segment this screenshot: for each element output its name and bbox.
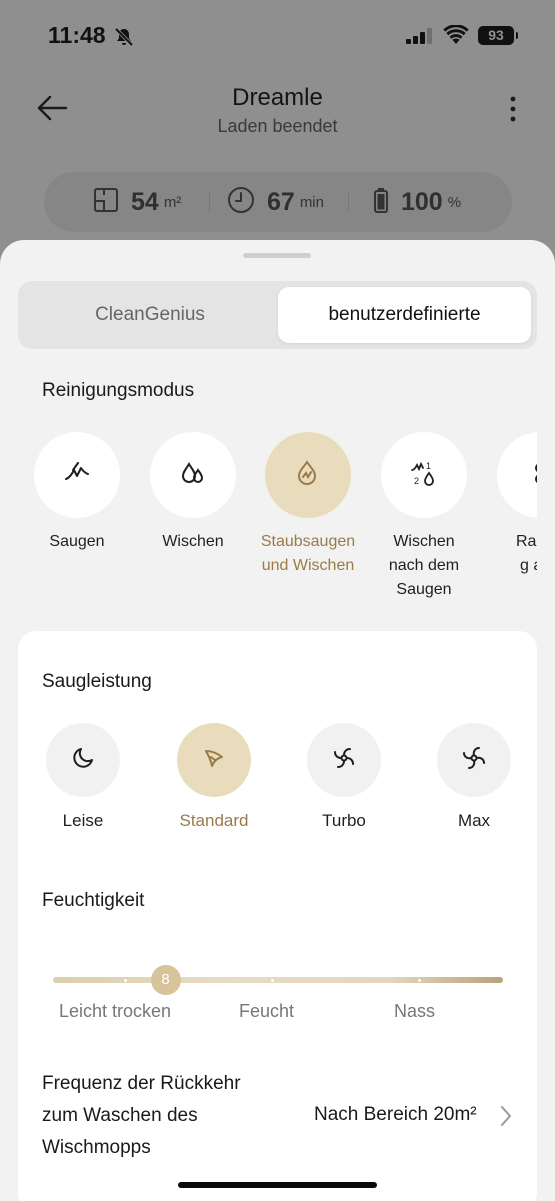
suction-turbo-circle — [307, 723, 381, 797]
slider-tick — [124, 979, 127, 982]
humidity-slider-track[interactable] — [53, 977, 503, 983]
humidity-label-moist: Feucht — [239, 1001, 295, 1021]
cleaning-mode-list: Saugen Wischen Staubsaugen und Wischen 12… — [0, 432, 537, 612]
vacuum-then-mop-icon: 12 — [408, 457, 440, 494]
suction-label: Standard — [179, 811, 249, 830]
mop-drops-icon — [177, 457, 209, 494]
mode-label: Wischen — [162, 533, 224, 550]
wifi-icon — [443, 24, 469, 50]
mode-vacuum-and-mop-circle — [265, 432, 351, 518]
humidity-slider-thumb[interactable]: 8 — [150, 965, 181, 995]
suction-standard-circle — [177, 723, 251, 797]
cellular-signal-icon — [406, 28, 434, 49]
mode-room-custom-circle — [497, 432, 537, 518]
stats-bar: 54 m² 67 min 100 % — [44, 172, 512, 232]
mode-vacuum-and-mop[interactable]: Staubsaugen und Wischen — [250, 432, 366, 578]
device-title: Dreamle — [232, 84, 323, 111]
stats-divider — [348, 192, 349, 212]
suction-standard[interactable]: Standard — [156, 723, 272, 831]
mode-vacuum-circle — [34, 432, 120, 518]
quiet-icon — [69, 744, 97, 777]
suction-quiet[interactable]: Leise — [25, 723, 141, 831]
tab-cleangenius[interactable]: CleanGenius — [24, 287, 276, 343]
turbo-icon — [330, 744, 358, 777]
battery-icon — [373, 187, 389, 218]
mode-label: Staubsaugen und Wischen — [260, 533, 356, 574]
slider-tick — [271, 979, 274, 982]
mode-mop-after-vacuum-circle: 12 — [381, 432, 467, 518]
clock-icon — [227, 186, 255, 219]
mode-mop-after-vacuum[interactable]: 12 Wischen nach dem Saugen — [366, 432, 482, 602]
return-frequency-value[interactable]: Nach Bereich 20m² — [314, 1104, 477, 1126]
suction-label: Turbo — [322, 811, 366, 830]
return-frequency-label: Frequenz der Rückkehr zum Waschen des Wi… — [42, 1073, 241, 1158]
vacuum-mop-icon — [292, 457, 324, 494]
area-value: 54 — [131, 187, 159, 216]
stat-time: 67 min — [227, 186, 324, 218]
device-status: Laden beendet — [217, 116, 338, 136]
suction-turbo[interactable]: Turbo — [286, 723, 402, 831]
suction-quiet-circle — [46, 723, 120, 797]
suction-heading: Saugleistung — [42, 671, 152, 692]
mode-label: Saugen — [49, 533, 105, 550]
battery-value: 100 — [401, 187, 443, 216]
cleaning-mode-heading: Reinigungsmodus — [42, 380, 195, 401]
standard-icon — [200, 744, 228, 777]
tab-custom[interactable]: benutzerdefinierte — [278, 287, 531, 343]
stat-area: 54 m² — [93, 186, 181, 218]
battery-unit: % — [447, 193, 462, 211]
battery-indicator: 93 — [478, 26, 518, 45]
time-value: 67 — [267, 187, 295, 216]
mode-label: Raumrg anp — [515, 533, 537, 574]
mode-label: Wischen nach dem Saugen — [388, 533, 460, 598]
max-icon — [460, 744, 488, 777]
svg-text:1: 1 — [426, 461, 431, 471]
more-options-icon[interactable] — [508, 96, 518, 127]
mode-room-custom[interactable]: Raumrg anp — [482, 432, 537, 578]
mode-mop[interactable]: Wischen — [135, 432, 251, 554]
time-unit: min — [299, 193, 324, 211]
status-bar: 11:48 93 — [0, 22, 555, 52]
slider-tick — [418, 979, 421, 982]
suction-label: Max — [457, 811, 491, 830]
svg-text:2: 2 — [414, 476, 419, 486]
area-unit: m² — [163, 193, 182, 211]
suction-max-circle — [437, 723, 511, 797]
stats-divider — [209, 192, 210, 212]
mode-tabs: CleanGenius benutzerdefinierte — [18, 281, 537, 349]
status-time: 11:48 — [48, 22, 106, 48]
humidity-heading: Feuchtigkeit — [42, 890, 145, 911]
header-overlay: 11:48 93 Dreamle Laden beendet 54 m² 67 … — [0, 0, 555, 250]
stat-battery: 100 % — [373, 186, 461, 218]
mode-vacuum[interactable]: Saugen — [19, 432, 135, 554]
humidity-label-dry: Leicht trocken — [59, 1001, 172, 1021]
vacuum-icon — [61, 457, 93, 494]
suction-label: Leise — [62, 811, 104, 830]
room-custom-icon — [524, 457, 537, 494]
chevron-right-icon[interactable] — [500, 1105, 512, 1132]
suction-max[interactable]: Max — [416, 723, 532, 831]
home-indicator[interactable] — [178, 1182, 377, 1188]
humidity-label-wet: Nass — [394, 1001, 436, 1021]
mode-mop-circle — [150, 432, 236, 518]
sheet-grabber[interactable] — [243, 253, 311, 258]
floor-plan-icon — [93, 187, 119, 218]
silent-bell-icon — [113, 26, 135, 53]
